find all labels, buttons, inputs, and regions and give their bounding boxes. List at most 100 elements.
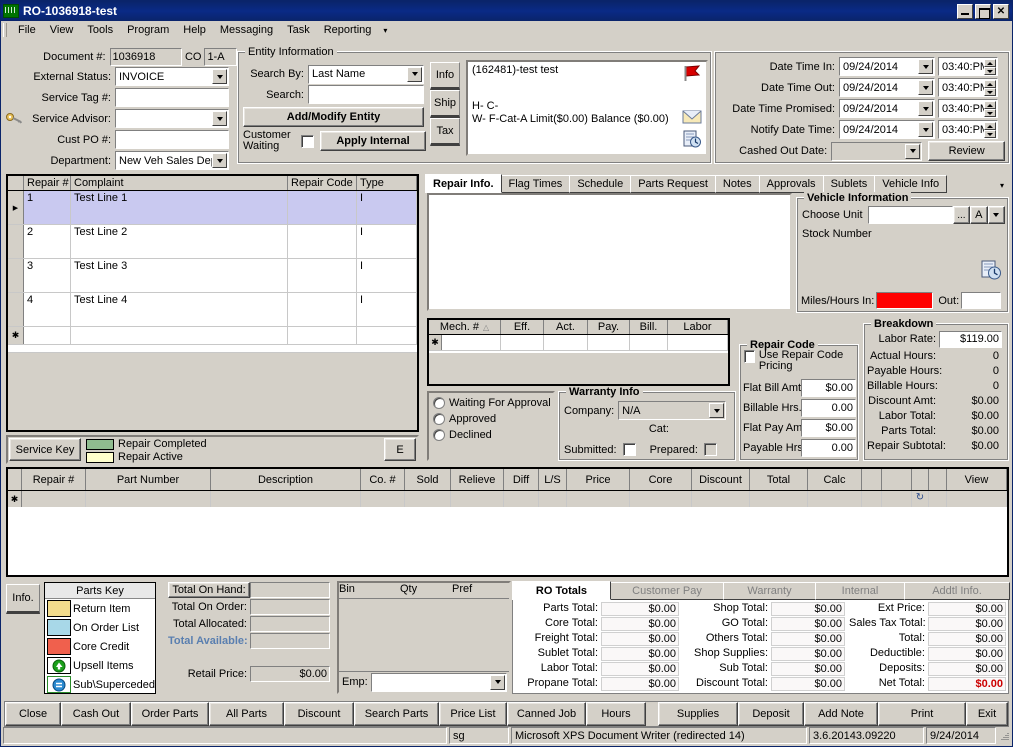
radio-declined[interactable]: Declined [429,425,553,441]
chevron-down-icon[interactable] [212,111,227,126]
spinner-down-icon[interactable] [984,109,996,117]
column-repair-no[interactable]: Repair # [24,176,71,190]
add-note-button[interactable]: Add Note [804,702,878,726]
print-button[interactable]: Print [878,702,966,726]
column-sold[interactable]: Sold [405,469,451,490]
column-pref[interactable]: Pref [452,583,509,598]
tab-parts-request[interactable]: Parts Request [630,175,716,193]
cust-po-input[interactable] [115,130,229,149]
table-row[interactable]: 4 Test Line 4 I [8,293,417,327]
service-key-expand-button[interactable]: E [384,438,416,461]
chevron-down-icon[interactable] [918,80,933,95]
column-repair-no[interactable]: Repair # [22,469,86,490]
cashed-out-select[interactable] [831,141,923,161]
service-key-button[interactable]: Service Key [9,438,81,461]
column-view[interactable]: View [947,469,1007,490]
column-co-no[interactable]: Co. # [361,469,405,490]
column-type[interactable]: Type [357,176,417,190]
tab-repair-info[interactable]: Repair Info. [425,174,502,193]
cash-out-button[interactable]: Cash Out [61,702,131,726]
tab-warranty[interactable]: Warranty [723,582,816,600]
spinner-down-icon[interactable] [984,67,996,75]
chevron-down-icon[interactable] [905,143,921,159]
tab-ro-totals[interactable]: RO Totals [512,581,611,600]
bin-grid[interactable]: Bin Qty Pref Emp: [337,581,511,694]
column-bin[interactable]: Bin [339,583,400,598]
column-extra-4[interactable] [929,469,947,490]
use-repair-code-pricing-checkbox[interactable] [744,350,755,363]
billable-hrs-input[interactable]: 0.00 [801,399,856,417]
column-diff[interactable]: Diff [504,469,539,490]
tab-flag-times[interactable]: Flag Times [500,175,571,193]
spinner-up-icon[interactable] [984,59,996,67]
order-parts-button[interactable]: Order Parts [131,702,209,726]
review-button[interactable]: Review [928,141,1005,161]
tab-notes[interactable]: Notes [714,175,760,193]
chevron-down-icon[interactable] [987,206,1005,224]
radio-approved[interactable]: Approved [429,409,553,425]
close-button[interactable]: Close [5,702,61,726]
column-labor[interactable]: Labor [668,320,728,334]
menu-reporting[interactable]: Reporting [317,22,379,38]
refresh-icon[interactable]: ↻ [912,491,929,507]
maximize-button[interactable] [975,3,991,19]
warranty-prepared-checkbox[interactable] [703,443,717,456]
tab-customer-pay[interactable]: Customer Pay [610,582,724,600]
history-icon[interactable] [682,130,702,151]
chevron-down-icon[interactable] [490,674,505,690]
column-part-number[interactable]: Part Number [86,469,211,490]
service-tag-input[interactable] [115,88,229,107]
tab-internal[interactable]: Internal [815,582,905,600]
chevron-down-icon[interactable] [407,66,422,82]
miles-in-input[interactable] [876,292,934,309]
table-row[interactable]: 2 Test Line 2 I [8,225,417,259]
date-time-out-date[interactable]: 09/24/2014 [839,78,935,97]
apply-internal-button[interactable]: Apply Internal [320,131,426,151]
menu-grip[interactable] [3,23,7,37]
column-mech-no[interactable]: Mech. # △ [429,320,501,334]
miles-out-input[interactable] [961,292,1002,309]
tab-schedule[interactable]: Schedule [569,175,632,193]
column-extra-3[interactable] [912,469,929,490]
menu-tools[interactable]: Tools [80,22,120,38]
total-on-hand-label[interactable]: Total On Hand: [168,581,250,598]
supplies-button[interactable]: Supplies [658,702,738,726]
choose-unit-browse-button[interactable]: ... [952,206,971,224]
chevron-down-icon[interactable] [918,59,933,74]
deposit-button[interactable]: Deposit [738,702,804,726]
customer-waiting-checkbox[interactable] [301,134,314,148]
warranty-submitted-checkbox[interactable] [622,443,636,456]
canned-job-button[interactable]: Canned Job [507,702,586,726]
spinner-down-icon[interactable] [984,130,996,138]
table-row[interactable]: 3 Test Line 3 I [8,259,417,293]
column-extra-2[interactable] [882,469,912,490]
tab-ship[interactable]: Ship [430,90,460,118]
column-total[interactable]: Total [750,469,808,490]
search-parts-button[interactable]: Search Parts [354,702,439,726]
mechanic-grid[interactable]: Mech. # △ Eff. Act. Pay. Bill. Labor ✱ [427,318,730,386]
choose-unit-a-button[interactable]: A [970,206,988,224]
date-time-out-time[interactable]: 03:40:PM [938,78,998,97]
menu-help[interactable]: Help [176,22,213,38]
column-core[interactable]: Core [630,469,692,490]
spinner-up-icon[interactable] [984,80,996,88]
repair-grid[interactable]: Repair # Complaint Repair Code Type ▶ 1 … [6,174,419,432]
radio-waiting-for-approval[interactable]: Waiting For Approval [429,393,553,409]
column-relieve[interactable]: Relieve [451,469,504,490]
vehicle-history-icon[interactable] [980,260,1002,283]
tab-approvals[interactable]: Approvals [758,175,824,193]
add-modify-entity-button[interactable]: Add/Modify Entity [243,107,424,127]
choose-unit-input[interactable] [867,206,953,224]
exit-button[interactable]: Exit [966,702,1008,726]
menu-view[interactable]: View [43,22,81,38]
chevron-down-icon[interactable]: ▾ [378,24,392,37]
flat-pay-amt-input[interactable]: $0.00 [801,419,856,437]
hours-button[interactable]: Hours [586,702,646,726]
flag-icon[interactable] [682,64,702,85]
chevron-down-icon[interactable] [918,122,933,137]
column-pay[interactable]: Pay. [588,320,630,334]
spinner-up-icon[interactable] [984,122,996,130]
column-act[interactable]: Act. [544,320,588,334]
notify-date-time-date[interactable]: 09/24/2014 [839,120,935,139]
tab-sublets[interactable]: Sublets [822,175,876,193]
